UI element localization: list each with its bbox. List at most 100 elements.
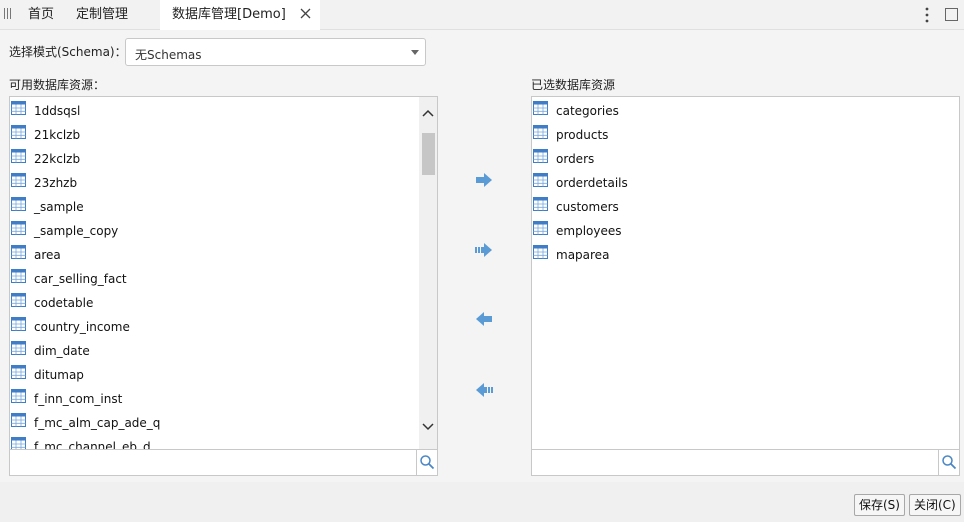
close-icon[interactable] [299, 7, 312, 20]
table-icon [533, 221, 548, 235]
list-item-label: _sample_copy [34, 224, 119, 238]
vertical-scrollbar[interactable] [419, 97, 437, 449]
list-item-label: maparea [556, 248, 610, 262]
list-item-label: 23zhzb [34, 176, 78, 190]
list-item[interactable]: orderdetails [532, 170, 959, 194]
save-button[interactable]: 保存(S) [854, 494, 905, 516]
selected-resources-title: 已选数据库资源 [531, 78, 616, 92]
list-item[interactable]: f_inn_com_inst [10, 386, 419, 410]
search-icon[interactable] [419, 454, 435, 470]
table-icon [11, 221, 26, 235]
list-item-label: products [556, 128, 609, 142]
table-icon [11, 365, 26, 379]
scrollbar-thumb[interactable] [422, 133, 435, 175]
table-icon [11, 173, 26, 187]
available-items: 1ddsqsl 21kclzb 22kclzb 23zhzb _sample _sampl… [10, 97, 419, 449]
table-icon [11, 437, 26, 449]
table-icon [533, 197, 548, 211]
selected-resources-list: categories products orders orderdetails cust… [531, 96, 960, 476]
list-item[interactable]: maparea [532, 242, 959, 266]
drag-handle-icon[interactable] [4, 8, 12, 19]
list-item-label: 21kclzb [34, 128, 81, 142]
restore-window-icon[interactable] [945, 8, 958, 21]
list-item-label: orderdetails [556, 176, 628, 190]
list-item[interactable]: f_mc_channel_eb_d [10, 434, 419, 449]
list-item-label: f_inn_com_inst [34, 392, 123, 406]
table-icon [533, 149, 548, 163]
table-icon [533, 125, 548, 139]
more-vertical-icon[interactable] [920, 6, 934, 24]
list-item-label: f_mc_channel_eb_d [34, 440, 151, 449]
list-item[interactable]: country_income [10, 314, 419, 338]
list-item-label: car_selling_fact [34, 272, 127, 286]
list-item[interactable]: employees [532, 218, 959, 242]
list-item[interactable]: area [10, 242, 419, 266]
available-search-bar [10, 449, 437, 475]
list-item-label: employees [556, 224, 622, 238]
table-icon [11, 125, 26, 139]
list-item[interactable]: car_selling_fact [10, 266, 419, 290]
list-item[interactable]: products [532, 122, 959, 146]
tab-label: 定制管理 [76, 7, 129, 22]
list-item-label: categories [556, 104, 619, 118]
database-management-panel: 选择模式(Schema)： 无Schemas 可用数据库资源： 已选数据库资源 … [0, 30, 964, 482]
schema-select-value: 无Schemas [135, 48, 202, 62]
list-item-label: customers [556, 200, 619, 214]
arrow-right-icon[interactable] [474, 172, 494, 188]
table-icon [11, 413, 26, 427]
tab-home[interactable]: 首页 [20, 0, 62, 30]
table-icon [533, 101, 548, 115]
table-icon [533, 173, 548, 187]
table-icon [533, 245, 548, 259]
list-item-label: _sample [34, 200, 84, 214]
table-icon [11, 149, 26, 163]
list-item[interactable]: orders [532, 146, 959, 170]
list-item-label: dim_date [34, 344, 90, 358]
table-icon [11, 293, 26, 307]
arrow-left-icon[interactable] [474, 311, 494, 327]
selected-search-bar [532, 449, 959, 475]
available-resources-title: 可用数据库资源： [9, 78, 106, 92]
list-item-label: 22kclzb [34, 152, 81, 166]
scroll-down-icon[interactable] [419, 417, 437, 435]
list-item[interactable]: 1ddsqsl [10, 98, 419, 122]
tab-label: 首页 [28, 7, 55, 22]
list-item[interactable]: codetable [10, 290, 419, 314]
dialog-footer: 保存(S) 关闭(C) [0, 482, 964, 522]
available-search-input[interactable] [10, 450, 417, 475]
table-icon [11, 269, 26, 283]
list-item-label: orders [556, 152, 595, 166]
search-icon[interactable] [941, 454, 957, 470]
tab-database-management[interactable]: 数据库管理[Demo] [160, 0, 320, 30]
list-item-label: 1ddsqsl [34, 104, 81, 118]
list-item-label: f_mc_alm_cap_ade_q [34, 416, 161, 430]
list-item-label: ditumap [34, 368, 84, 382]
list-item[interactable]: _sample_copy [10, 218, 419, 242]
schema-select[interactable]: 无Schemas [125, 38, 426, 66]
tab-label: 数据库管理[Demo] [172, 7, 286, 22]
double-arrow-right-icon[interactable] [474, 242, 494, 258]
list-item[interactable]: categories [532, 98, 959, 122]
table-icon [11, 245, 26, 259]
list-item[interactable]: ditumap [10, 362, 419, 386]
list-item[interactable]: customers [532, 194, 959, 218]
table-icon [11, 389, 26, 403]
chevron-down-icon [411, 50, 419, 55]
selected-search-input[interactable] [532, 450, 939, 475]
list-item-label: area [34, 248, 61, 262]
list-item[interactable]: dim_date [10, 338, 419, 362]
list-item[interactable]: 23zhzb [10, 170, 419, 194]
close-button[interactable]: 关闭(C) [909, 494, 961, 516]
list-item-label: codetable [34, 296, 94, 310]
list-item[interactable]: 21kclzb [10, 122, 419, 146]
tab-custom-management[interactable]: 定制管理 [68, 0, 136, 30]
table-icon [11, 101, 26, 115]
double-arrow-left-icon[interactable] [474, 382, 494, 398]
scroll-up-icon[interactable] [419, 105, 437, 123]
list-item[interactable]: 22kclzb [10, 146, 419, 170]
list-item-label: country_income [34, 320, 130, 334]
list-item[interactable]: f_mc_alm_cap_ade_q [10, 410, 419, 434]
selected-items: categories products orders orderdetails cust… [532, 97, 959, 449]
table-icon [11, 317, 26, 331]
list-item[interactable]: _sample [10, 194, 419, 218]
